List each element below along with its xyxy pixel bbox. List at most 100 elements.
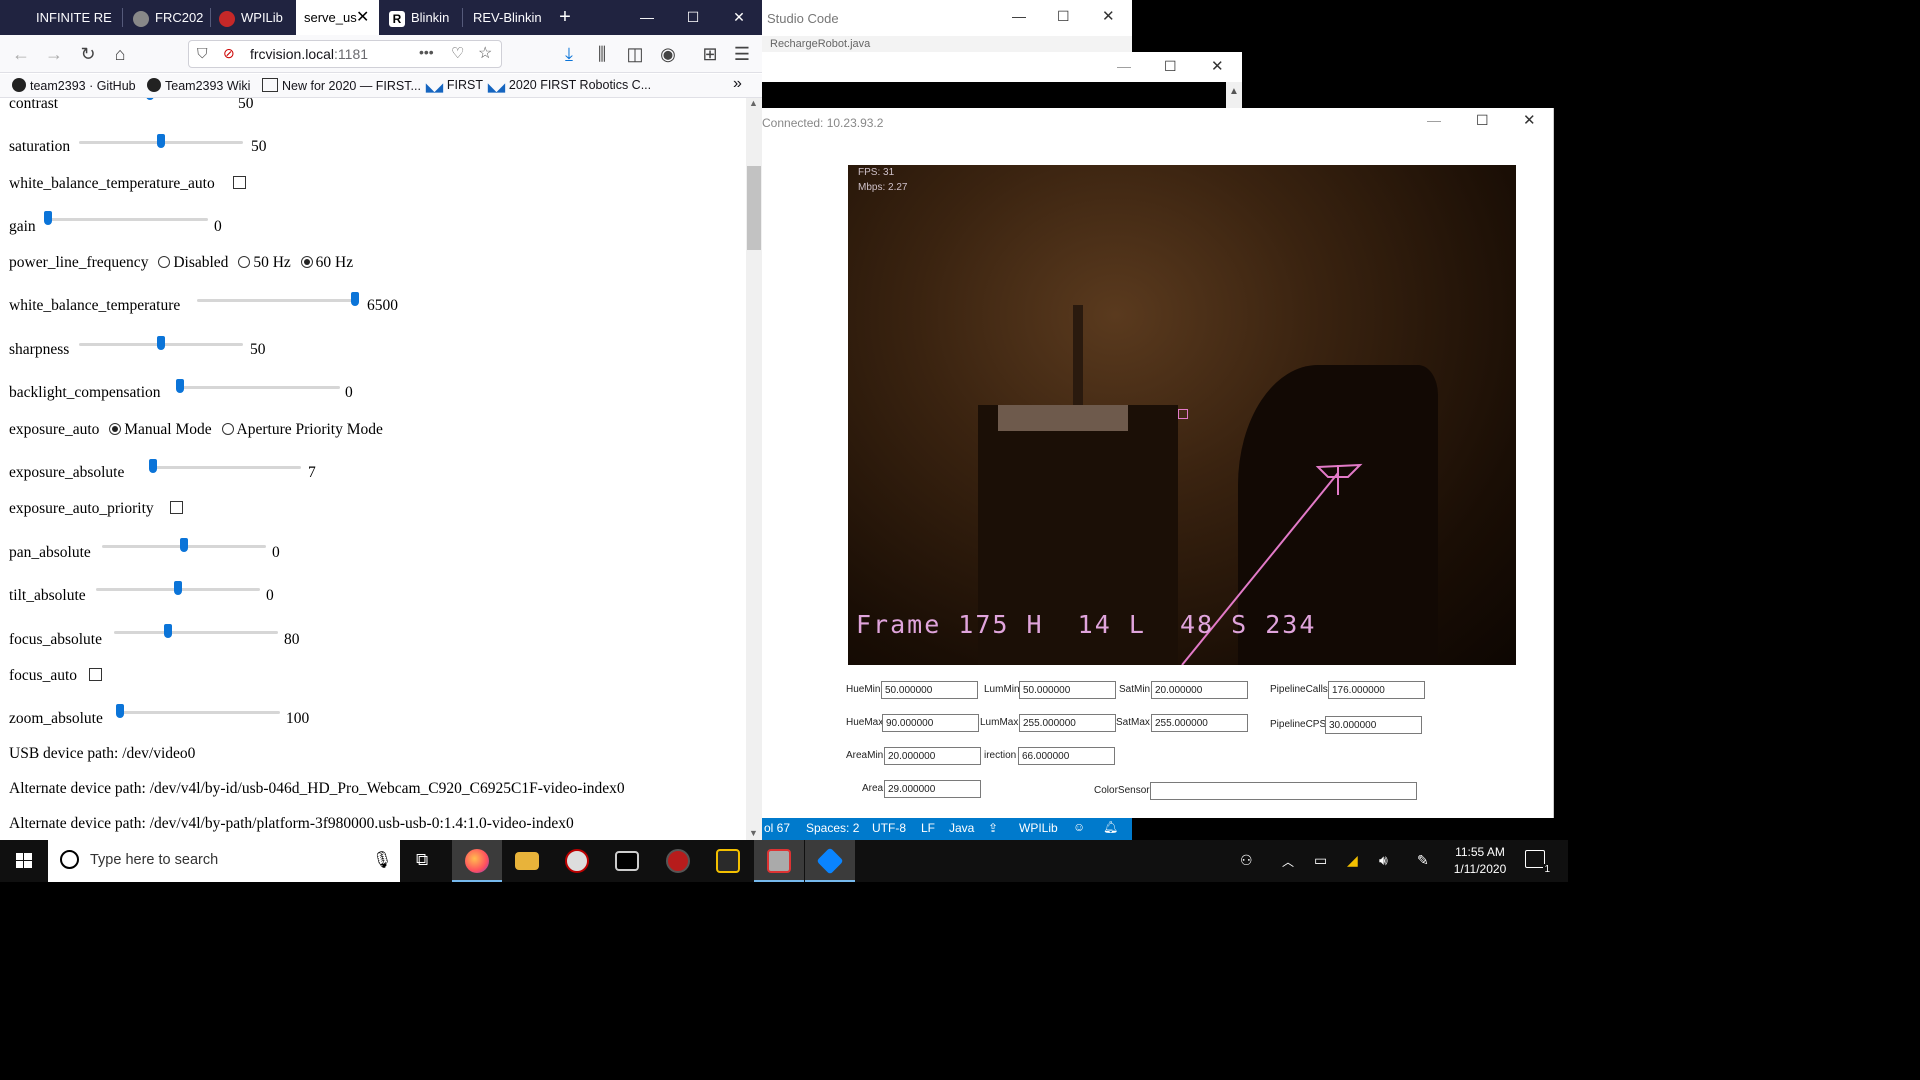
slider-thumb[interactable] — [351, 292, 359, 306]
taskbar-search-box[interactable]: Type here to search 🎙︎ — [48, 840, 400, 882]
exposure-absolute-slider[interactable] — [149, 459, 301, 473]
extensions-icon[interactable]: ⊞ — [698, 42, 722, 66]
shield-icon[interactable]: ⛉ — [197, 45, 208, 62]
bookmark-first[interactable]: ◣◢ FIRST — [426, 78, 483, 95]
wb-temp-slider[interactable] — [197, 292, 359, 306]
sharpness-slider[interactable] — [79, 336, 243, 350]
url-text[interactable]: frcvision.local:1181 — [250, 46, 368, 62]
feedback-smiley-icon[interactable]: ☺ — [1073, 820, 1085, 834]
tilt-slider[interactable] — [96, 581, 260, 595]
slider-thumb[interactable] — [176, 379, 184, 393]
slider-thumb[interactable] — [164, 624, 172, 638]
insecure-lock-icon[interactable]: ⊘ — [223, 45, 235, 62]
status-language[interactable]: Java — [949, 821, 974, 835]
account-icon[interactable]: ◉ — [656, 42, 680, 66]
satmin-input[interactable]: 20.000000 — [1151, 681, 1248, 699]
pan-slider[interactable] — [102, 538, 266, 552]
radio-disabled[interactable] — [158, 256, 171, 268]
taskbar-terminal[interactable] — [602, 840, 652, 882]
taskbar-driver-station[interactable] — [552, 840, 602, 882]
satmax-input[interactable]: 255.000000 — [1151, 714, 1248, 732]
manual-mode-option[interactable]: Manual Mode — [109, 421, 212, 438]
taskbar-clock[interactable]: 11:55 AM 1/11/2020 — [1440, 844, 1520, 878]
radio-60hz[interactable] — [300, 256, 313, 268]
library-icon[interactable]: ⫼ — [590, 42, 614, 66]
page-scrollbar[interactable]: ▲ ▼ — [746, 98, 762, 840]
page-actions-icon[interactable]: ••• — [419, 44, 434, 60]
menu-icon[interactable]: ☰ — [730, 42, 754, 66]
slider-thumb[interactable] — [157, 336, 165, 350]
radio-aperture-priority[interactable] — [221, 423, 234, 435]
action-center-icon[interactable]: 1 — [1525, 850, 1551, 875]
slider-thumb[interactable] — [146, 98, 154, 100]
viewer-minimize-button[interactable]: — — [1427, 112, 1441, 128]
slider-thumb[interactable] — [116, 704, 124, 718]
pipelinecalls-input[interactable]: 176.000000 — [1328, 681, 1425, 699]
terminal-scroll-up-icon[interactable]: ▲ — [1226, 82, 1242, 108]
viewer-maximize-button[interactable]: ☐ — [1476, 112, 1489, 129]
huemax-input[interactable]: 90.000000 — [882, 714, 979, 732]
lummax-input[interactable]: 255.000000 — [1019, 714, 1116, 732]
bookmark-new-for-2020[interactable]: New for 2020 — FIRST... — [262, 78, 421, 93]
tab-rev-blinkin[interactable]: REV-Blinkin — [473, 0, 545, 35]
bookmark-team2393-wiki[interactable]: Team2393 Wiki — [147, 78, 250, 93]
vscode-close-button[interactable]: ✕ — [1102, 7, 1115, 25]
downloads-icon[interactable]: ⤓ — [557, 42, 581, 66]
areamin-input[interactable]: 20.000000 — [884, 747, 981, 765]
network-icon[interactable]: ◢ — [1347, 852, 1358, 869]
taskbar-file-explorer[interactable] — [502, 840, 552, 882]
saturation-slider[interactable] — [79, 134, 243, 148]
tab-infinite-recharge[interactable]: INFINITE RE — [36, 0, 118, 35]
terminal-close-button[interactable]: ✕ — [1211, 57, 1224, 75]
tab-serve-usb[interactable]: serve_us ✕ — [296, 0, 379, 35]
vscode-minimize-button[interactable]: — — [1012, 8, 1026, 24]
people-icon[interactable]: ⚇ — [1240, 852, 1253, 869]
status-encoding[interactable]: UTF-8 — [872, 821, 906, 835]
colorsensor-input[interactable] — [1150, 782, 1417, 800]
gain-slider[interactable] — [44, 211, 208, 225]
minimize-button[interactable]: — — [624, 0, 670, 35]
taskbar-firefox[interactable] — [452, 840, 502, 882]
tray-overflow-icon[interactable]: ︿ — [1282, 853, 1294, 870]
start-button[interactable] — [0, 840, 48, 882]
focus-auto-checkbox[interactable] — [89, 668, 102, 681]
tab-blinkin[interactable]: R Blinkin — [389, 0, 457, 35]
pen-workspace-icon[interactable]: ✎ — [1417, 852, 1429, 869]
bookmarks-overflow-icon[interactable]: » — [733, 75, 742, 93]
status-eol[interactable]: LF — [921, 821, 935, 835]
power-line-disabled-option[interactable]: Disabled — [158, 254, 228, 271]
tab-wpilib[interactable]: WPILib — [219, 0, 294, 35]
slider-thumb[interactable] — [149, 459, 157, 473]
forward-icon[interactable]: → — [42, 42, 66, 66]
slider-thumb[interactable] — [157, 134, 165, 148]
taskbar-wpilib[interactable] — [653, 840, 703, 882]
lummin-input[interactable]: 50.000000 — [1019, 681, 1116, 699]
exposure-auto-priority-checkbox[interactable] — [170, 501, 183, 514]
maximize-button[interactable]: ☐ — [670, 0, 716, 35]
status-column[interactable]: ol 67 — [764, 821, 790, 835]
focus-absolute-slider[interactable] — [114, 624, 278, 638]
slider-thumb[interactable] — [44, 211, 52, 225]
taskbar-media-player[interactable] — [703, 840, 753, 882]
volume-icon[interactable]: 🔊︎ — [1379, 852, 1388, 869]
tab-frc2020[interactable]: FRC202 — [133, 0, 208, 35]
close-window-button[interactable]: ✕ — [716, 0, 762, 35]
status-spaces[interactable]: Spaces: 2 — [806, 821, 859, 835]
bookmark-star-icon[interactable]: ☆ — [478, 43, 492, 63]
power-line-60hz-option[interactable]: 60 Hz — [300, 254, 353, 271]
pipelinecps-input[interactable]: 30.000000 — [1325, 716, 1422, 734]
bookmark-2020-first-robotics[interactable]: ◣◢ 2020 FIRST Robotics C... — [488, 78, 651, 95]
zoom-slider[interactable] — [116, 704, 280, 718]
wb-auto-checkbox[interactable] — [233, 176, 246, 189]
terminal-minimize-button[interactable]: — — [1117, 58, 1131, 74]
taskbar-vscode[interactable] — [805, 840, 855, 882]
battery-icon[interactable]: ▭ — [1314, 852, 1327, 869]
close-tab-icon[interactable]: ✕ — [356, 0, 369, 35]
area-input[interactable]: 29.000000 — [884, 780, 981, 798]
microphone-icon[interactable]: 🎙︎ — [372, 850, 392, 870]
scroll-down-icon[interactable]: ▼ — [749, 828, 758, 838]
notification-bell-icon[interactable]: 🔔︎ — [1103, 820, 1118, 834]
slider-thumb[interactable] — [180, 538, 188, 552]
scrollbar-thumb[interactable] — [747, 166, 761, 250]
bookmark-team2393-github[interactable]: team2393 · GitHub — [12, 78, 136, 93]
